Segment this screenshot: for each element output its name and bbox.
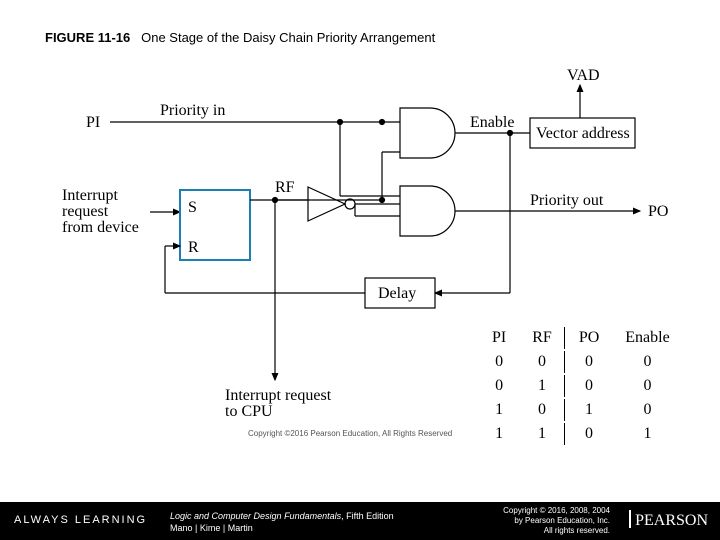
footer-bar: ALWAYS LEARNING Logic and Computer Desig… — [0, 502, 720, 540]
pearson-logo: PEARSON — [629, 510, 708, 530]
label-priority-out: Priority out — [530, 192, 604, 209]
image-copyright: Copyright ©2016 Pearson Education, All R… — [248, 429, 452, 438]
label-rf: RF — [275, 179, 295, 196]
tt-h-pi: PI — [480, 327, 518, 349]
label-vad: VAD — [567, 67, 600, 84]
label-delay: Delay — [378, 285, 416, 302]
truth-table: PI RF PO Enable 0000 0100 1010 1101 — [478, 325, 684, 447]
tt-h-rf: RF — [520, 327, 565, 349]
label-s: S — [188, 199, 197, 216]
label-pi: PI — [86, 114, 100, 131]
tt-h-en: Enable — [613, 327, 681, 349]
label-po: PO — [648, 203, 668, 220]
label-vector-address: Vector address — [536, 125, 630, 142]
copyright-text: Copyright © 2016, 2008, 2004by Pearson E… — [503, 506, 610, 536]
always-learning: ALWAYS LEARNING — [14, 514, 147, 526]
label-priority-in: Priority in — [160, 102, 225, 119]
book-credit: Logic and Computer Design Fundamentals, … — [170, 510, 394, 534]
label-r: R — [188, 239, 199, 256]
label-int-from-device: Interrupt request from device — [62, 187, 139, 236]
label-enable: Enable — [470, 114, 514, 131]
label-int-to-cpu: Interrupt request to CPU — [225, 387, 335, 420]
tt-h-po: PO — [567, 327, 611, 349]
